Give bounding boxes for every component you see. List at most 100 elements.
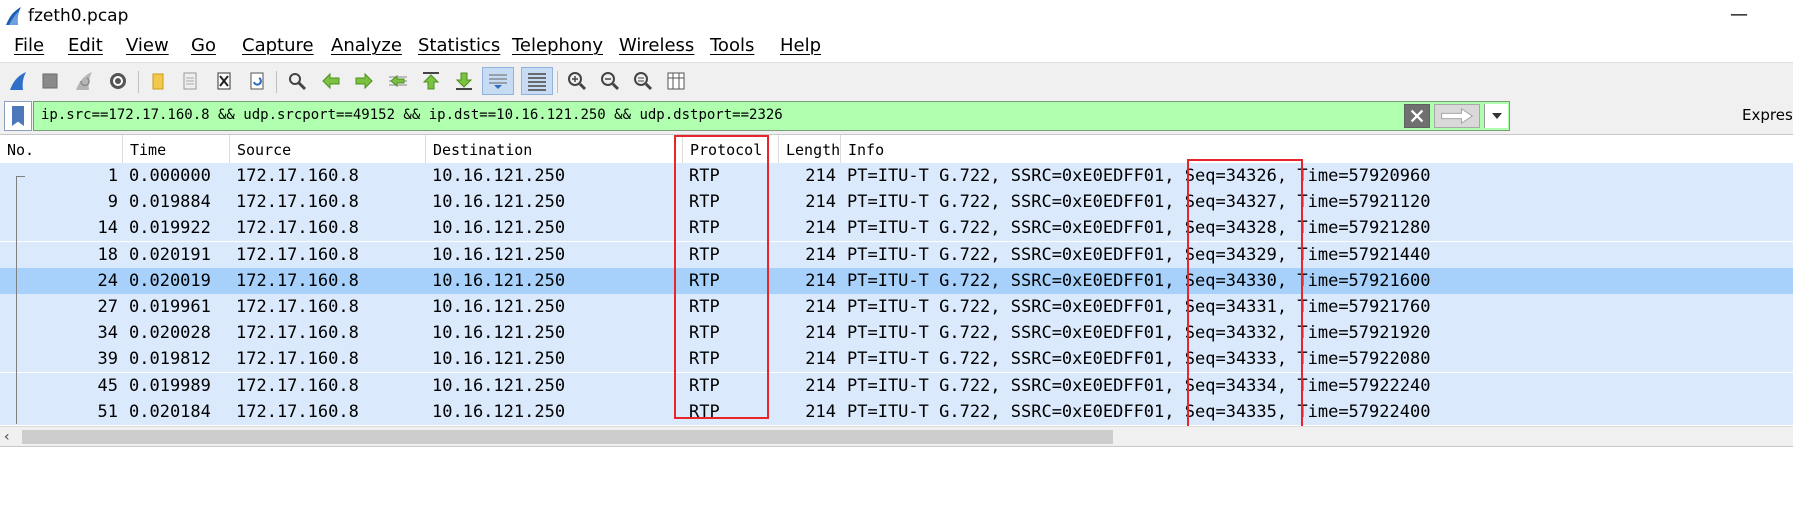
- packet-row[interactable]: 39 0.019812 172.17.160.8 10.16.121.250 RTP 21…: [0, 346, 1793, 373]
- packet-no: 51: [97, 401, 118, 422]
- packet-protocol: RTP: [689, 192, 720, 213]
- autoscroll-icon[interactable]: [482, 67, 514, 95]
- filter-expression-text[interactable]: ip.src==172.17.160.8 && udp.srcport==491…: [41, 107, 783, 123]
- packet-row[interactable]: 45 0.019989 172.17.160.8 10.16.121.250 RTP 21…: [0, 372, 1793, 399]
- reload-icon[interactable]: [243, 67, 271, 95]
- menu-help[interactable]: Help: [780, 35, 821, 56]
- clear-filter-button[interactable]: [1404, 104, 1430, 128]
- filter-history-dropdown[interactable]: [1484, 104, 1508, 128]
- packet-no: 45: [97, 375, 118, 396]
- conversation-tree-cap: [16, 176, 25, 177]
- packet-info-seq: Seq=34330,: [1184, 270, 1288, 291]
- menu-go[interactable]: Go: [191, 35, 216, 56]
- column-header-time[interactable]: Time: [123, 135, 230, 163]
- packet-info-seq: Seq=34328,: [1184, 218, 1288, 239]
- filter-bookmark-button[interactable]: [4, 101, 32, 131]
- menu-bar: File Edit View Go Capture Analyze Statis…: [0, 32, 1793, 62]
- packet-info-seq: Seq=34331,: [1184, 297, 1288, 317]
- packet-time: 0.000000: [129, 166, 211, 186]
- menu-tools[interactable]: Tools: [710, 35, 754, 56]
- packet-no: 27: [97, 297, 118, 317]
- first-packet-icon[interactable]: [417, 67, 445, 95]
- column-header-no[interactable]: No.: [0, 135, 123, 163]
- packet-info: PT=ITU-T G.722, SSRC=0xE0EDFF01, Seq=343…: [847, 163, 1430, 189]
- packet-destination: 10.16.121.250: [432, 297, 566, 317]
- open-folder-icon[interactable]: [144, 67, 172, 95]
- shark-fin-start-icon[interactable]: [4, 67, 32, 95]
- packet-info-payload: PT=ITU-T G.722, SSRC=0xE0EDFF01,: [847, 192, 1175, 213]
- restart-icon[interactable]: [70, 67, 98, 95]
- minimize-button[interactable]: —: [1730, 4, 1748, 25]
- column-header-destination[interactable]: Destination: [426, 135, 683, 163]
- menu-analyze[interactable]: Analyze: [331, 35, 402, 56]
- menu-view[interactable]: View: [126, 35, 169, 56]
- packet-protocol: RTP: [689, 218, 720, 239]
- packet-time: 0.019961: [129, 297, 211, 317]
- menu-wireless[interactable]: Wireless: [619, 35, 694, 56]
- column-header-info[interactable]: Info: [841, 135, 1793, 163]
- resize-columns-icon[interactable]: [662, 67, 690, 95]
- packet-info-payload: PT=ITU-T G.722, SSRC=0xE0EDFF01,: [847, 244, 1175, 265]
- menu-telephony[interactable]: Telephony: [512, 35, 603, 56]
- find-icon[interactable]: [283, 67, 311, 95]
- normal-size-icon[interactable]: [629, 67, 657, 95]
- packet-length: 214: [805, 401, 836, 422]
- window-title: fzeth0.pcap: [28, 6, 129, 26]
- packet-row[interactable]: 1 0.000000 172.17.160.8 10.16.121.250 RTP 214…: [0, 163, 1793, 189]
- wireshark-fin-icon: [4, 6, 24, 26]
- options-gear-icon[interactable]: [104, 67, 132, 95]
- packet-info-seq: Seq=34326,: [1184, 166, 1288, 186]
- close-icon: [1410, 109, 1424, 123]
- menu-edit[interactable]: Edit: [68, 35, 103, 56]
- horizontal-scrollbar[interactable]: ‹: [0, 426, 1793, 447]
- packet-destination: 10.16.121.250: [432, 375, 566, 396]
- packet-info-time: Time=57922080: [1297, 349, 1431, 370]
- packet-source: 172.17.160.8: [236, 270, 359, 291]
- packet-no: 18: [97, 244, 118, 265]
- column-headers: No. Time Source Destination Protocol Len…: [0, 135, 1793, 164]
- zoom-in-icon[interactable]: [563, 67, 591, 95]
- packet-info-payload: PT=ITU-T G.722, SSRC=0xE0EDFF01,: [847, 166, 1175, 186]
- packet-source: 172.17.160.8: [236, 349, 359, 370]
- packet-info-payload: PT=ITU-T G.722, SSRC=0xE0EDFF01,: [847, 218, 1175, 239]
- packet-info: PT=ITU-T G.722, SSRC=0xE0EDFF01, Seq=343…: [847, 346, 1430, 372]
- zoom-out-icon[interactable]: [596, 67, 624, 95]
- apply-filter-button[interactable]: [1434, 104, 1480, 128]
- column-header-source[interactable]: Source: [230, 135, 426, 163]
- column-header-length[interactable]: Length: [779, 135, 841, 163]
- packet-info-seq: Seq=34334,: [1184, 375, 1288, 396]
- packet-row[interactable]: 24 0.020019 172.17.160.8 10.16.121.250 RTP 21…: [0, 267, 1793, 294]
- packet-info: PT=ITU-T G.722, SSRC=0xE0EDFF01, Seq=343…: [847, 189, 1430, 215]
- scrollbar-thumb[interactable]: [22, 430, 1113, 444]
- menu-capture[interactable]: Capture: [242, 35, 314, 56]
- column-header-protocol[interactable]: Protocol: [683, 135, 779, 163]
- packet-row[interactable]: 18 0.020191 172.17.160.8 10.16.121.250 RTP 21…: [0, 241, 1793, 268]
- packet-protocol: RTP: [689, 297, 720, 317]
- packet-info: PT=ITU-T G.722, SSRC=0xE0EDFF01, Seq=343…: [847, 373, 1430, 399]
- save-file-icon[interactable]: [176, 67, 204, 95]
- go-forward-icon[interactable]: [350, 67, 378, 95]
- packet-length: 214: [805, 192, 836, 213]
- packet-row[interactable]: 51 0.020184 172.17.160.8 10.16.121.250 RTP 21…: [0, 398, 1793, 425]
- packet-destination: 10.16.121.250: [432, 349, 566, 370]
- display-filter-input[interactable]: ip.src==172.17.160.8 && udp.srcport==491…: [33, 101, 1510, 131]
- close-file-icon[interactable]: [210, 67, 238, 95]
- menu-file[interactable]: File: [14, 35, 44, 56]
- packet-row[interactable]: 34 0.020028 172.17.160.8 10.16.121.250 RTP 21…: [0, 320, 1793, 347]
- last-packet-icon[interactable]: [450, 67, 478, 95]
- scroll-left-arrow-icon[interactable]: ‹: [4, 429, 10, 445]
- go-to-packet-icon[interactable]: [384, 67, 412, 95]
- packet-source: 172.17.160.8: [236, 218, 359, 239]
- menu-statistics[interactable]: Statistics: [418, 35, 500, 56]
- colorize-icon[interactable]: [521, 67, 553, 95]
- stop-icon[interactable]: [36, 67, 64, 95]
- packet-time: 0.020191: [129, 244, 211, 265]
- packet-row[interactable]: 9 0.019884 172.17.160.8 10.16.121.250 RTP 214…: [0, 189, 1793, 216]
- packet-info-payload: PT=ITU-T G.722, SSRC=0xE0EDFF01,: [847, 401, 1175, 422]
- expression-button[interactable]: Expres: [1742, 106, 1793, 124]
- packet-length: 214: [805, 375, 836, 396]
- packet-row[interactable]: 14 0.019922 172.17.160.8 10.16.121.250 RTP 21…: [0, 215, 1793, 242]
- packet-protocol: RTP: [689, 375, 720, 396]
- packet-row[interactable]: 27 0.019961 172.17.160.8 10.16.121.250 RTP 21…: [0, 294, 1793, 320]
- go-back-icon[interactable]: [317, 67, 345, 95]
